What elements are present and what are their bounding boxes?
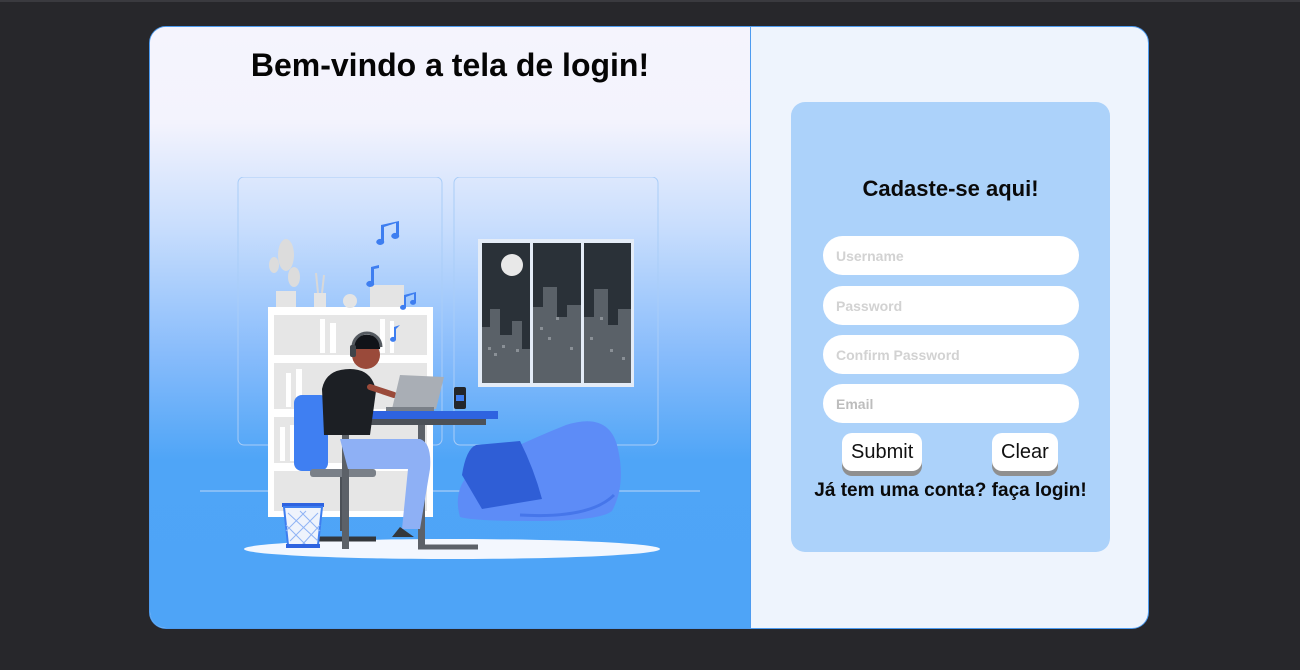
login-link[interactable]: Já tem uma conta? faça login! [791, 480, 1110, 502]
signup-panel: Cadaste-se aqui! Submit Clear Já tem uma… [751, 27, 1148, 628]
signup-form: Cadaste-se aqui! Submit Clear Já tem uma… [791, 102, 1110, 552]
password-input[interactable] [823, 286, 1079, 325]
clear-button[interactable]: Clear [992, 433, 1058, 471]
browser-top-border [0, 0, 1300, 2]
workspace-illustration [200, 177, 700, 559]
signup-heading: Cadaste-se aqui! [862, 176, 1039, 201]
username-input[interactable] [823, 236, 1079, 275]
login-card: Bem-vindo a tela de login! Cadaste-se aq… [149, 26, 1149, 629]
welcome-panel: Bem-vindo a tela de login! [150, 27, 751, 628]
submit-button[interactable]: Submit [842, 433, 923, 471]
city-window [478, 239, 634, 387]
moon [501, 254, 523, 276]
waste-basket [282, 503, 324, 548]
email-input[interactable] [823, 384, 1079, 423]
bean-bag [457, 421, 621, 521]
plant-decor [269, 239, 404, 308]
welcome-title: Bem-vindo a tela de login! [250, 47, 650, 83]
confirm-password-input[interactable] [823, 335, 1079, 374]
